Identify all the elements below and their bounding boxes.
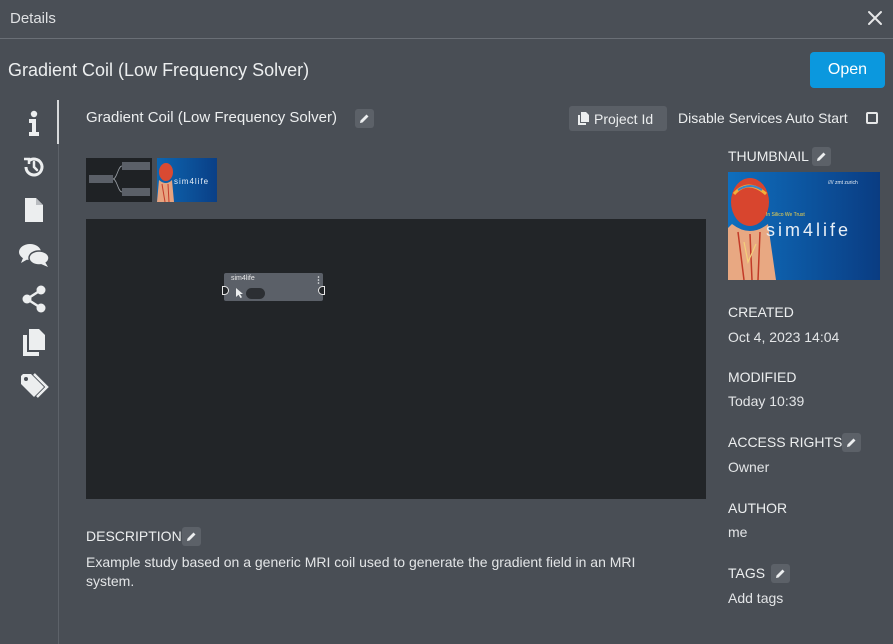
copy-icon[interactable]	[18, 326, 50, 358]
info-icon[interactable]	[18, 108, 50, 140]
disable-services-label: Disable Services Auto Start	[678, 110, 848, 126]
study-title: Gradient Coil (Low Frequency Solver)	[86, 109, 337, 126]
edit-thumbnail-button[interactable]	[812, 147, 831, 166]
edit-title-button[interactable]	[355, 109, 374, 128]
author-value: me	[728, 524, 748, 540]
output-port[interactable]	[318, 286, 325, 295]
thumbnail-brand: sim4life	[766, 220, 851, 240]
window-titlebar: Details	[0, 0, 893, 39]
pencil-icon	[187, 532, 196, 541]
sidebar	[0, 100, 60, 644]
thumbnail-tagline: In Silico We Trust	[766, 212, 805, 218]
workbench-canvas[interactable]: sim4life	[86, 219, 706, 499]
access-rights-value: Owner	[728, 459, 770, 475]
workbench-node[interactable]: sim4life	[222, 273, 325, 301]
modified-label: MODIFIED	[728, 369, 797, 385]
modified-value: Today 10:39	[728, 393, 805, 409]
sidebar-divider	[58, 144, 59, 644]
workbench-mini-thumbnail[interactable]	[86, 158, 152, 202]
thumbnail-corner: //// zmt zurich	[828, 180, 858, 186]
edit-tags-button[interactable]	[771, 564, 790, 583]
close-icon[interactable]	[863, 6, 887, 30]
created-label: CREATED	[728, 304, 794, 320]
project-id-button[interactable]: Project Id	[569, 106, 667, 131]
access-rights-label: ACCESS RIGHTS	[728, 434, 843, 450]
pencil-icon	[776, 569, 785, 578]
pencil-icon	[847, 438, 856, 447]
file-icon[interactable]	[18, 194, 50, 226]
input-port[interactable]	[222, 286, 229, 295]
edit-access-button[interactable]	[842, 433, 861, 452]
more-options-icon[interactable]	[317, 276, 320, 284]
study-thumbnail: In Silico We Trust sim4life //// zmt zur…	[728, 172, 880, 280]
cursor-icon	[236, 288, 243, 298]
history-icon[interactable]	[18, 151, 50, 183]
node-label: sim4life	[231, 275, 255, 282]
author-label: AUTHOR	[728, 500, 788, 516]
open-button[interactable]: Open	[810, 52, 885, 88]
sim4life-mini-thumbnail[interactable]: sim4life	[157, 158, 217, 203]
project-id-label: Project Id	[594, 111, 654, 127]
active-tab-indicator	[57, 100, 59, 144]
add-tags-link[interactable]: Add tags	[728, 590, 783, 606]
node-status-toggle[interactable]	[246, 288, 265, 299]
tags-icon[interactable]	[18, 370, 50, 402]
window-title: Details	[10, 10, 56, 27]
svg-text:sim4life: sim4life	[174, 177, 209, 186]
edit-description-button[interactable]	[182, 527, 201, 546]
copy-icon	[578, 112, 589, 125]
description-text: Example study based on a generic MRI coi…	[86, 554, 636, 589]
share-icon[interactable]	[18, 283, 50, 315]
disable-services-checkbox[interactable]	[866, 112, 878, 124]
pencil-icon	[817, 152, 826, 161]
description-label: DESCRIPTION	[86, 528, 182, 544]
page-title: Gradient Coil (Low Frequency Solver)	[8, 60, 310, 80]
tags-label: TAGS	[728, 565, 766, 581]
pencil-icon	[360, 114, 369, 123]
created-value: Oct 4, 2023 14:04	[728, 329, 840, 345]
thumbnail-label: THUMBNAIL	[728, 148, 809, 164]
comments-icon[interactable]	[18, 239, 50, 271]
